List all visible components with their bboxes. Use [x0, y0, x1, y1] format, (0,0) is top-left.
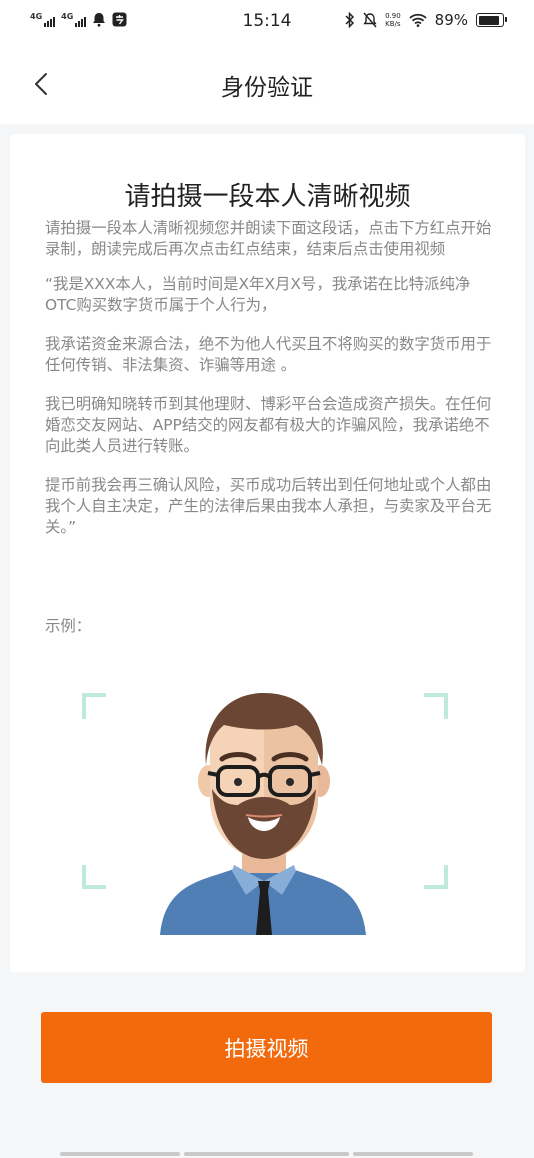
page-title: 身份验证: [221, 75, 313, 101]
battery-percent: 89%: [434, 11, 468, 29]
status-right: 0.90 KB/s 89%: [345, 11, 507, 29]
network-speed: 0.90 KB/s: [385, 12, 401, 28]
gesture-bar: [184, 1152, 349, 1156]
instruction-card: 请拍摄一段本人清晰视频 请拍摄一段本人清晰视频您并朗读下面这段话，点击下方红点开…: [10, 134, 525, 972]
instruction-paragraph: 请拍摄一段本人清晰视频您并朗读下面这段话，点击下方红点开始录制，朗读完成后再次点…: [45, 219, 492, 258]
statement-paragraph: “我是XXX本人，当前时间是X年X月X号，我承诺在比特派纯净OTC购买数字货币属…: [45, 275, 471, 314]
gesture-bar: [353, 1152, 473, 1156]
navigation-bar: 身份验证: [0, 44, 534, 124]
example-label: 示例：: [45, 617, 92, 635]
wifi-icon: [409, 13, 427, 27]
mute-icon: [363, 12, 377, 28]
battery-icon: [476, 13, 507, 27]
statement-paragraph: 我已明确知晓转币到其他理财、博彩平台会造成资产损失。在任何婚恋交友网站、APP结…: [45, 395, 492, 455]
bluetooth-icon: [345, 12, 355, 28]
instruction-text: 请拍摄一段本人清晰视频您并朗读下面这段话，点击下方红点开始录制，朗读完成后再次点…: [45, 218, 495, 538]
record-video-button[interactable]: 拍摄视频: [41, 1012, 492, 1083]
statement-paragraph: 我承诺资金来源合法，绝不为他人代买且不将购买的数字货币用于任何传销、非法集资、诈…: [45, 335, 492, 374]
card-title: 请拍摄一段本人清晰视频: [124, 182, 411, 212]
status-bar: 4G 4G 15:14 0.90 KB/s 89%: [0, 0, 534, 44]
speed-unit: KB/s: [385, 20, 401, 28]
gesture-bar: [60, 1152, 180, 1156]
example-avatar-illustration: [82, 693, 448, 935]
speed-value: 0.90: [385, 12, 401, 20]
statement-paragraph: 提币前我会再三确认风险，买币成功后转出到任何地址或个人都由我个人自主决定，产生的…: [45, 476, 492, 536]
